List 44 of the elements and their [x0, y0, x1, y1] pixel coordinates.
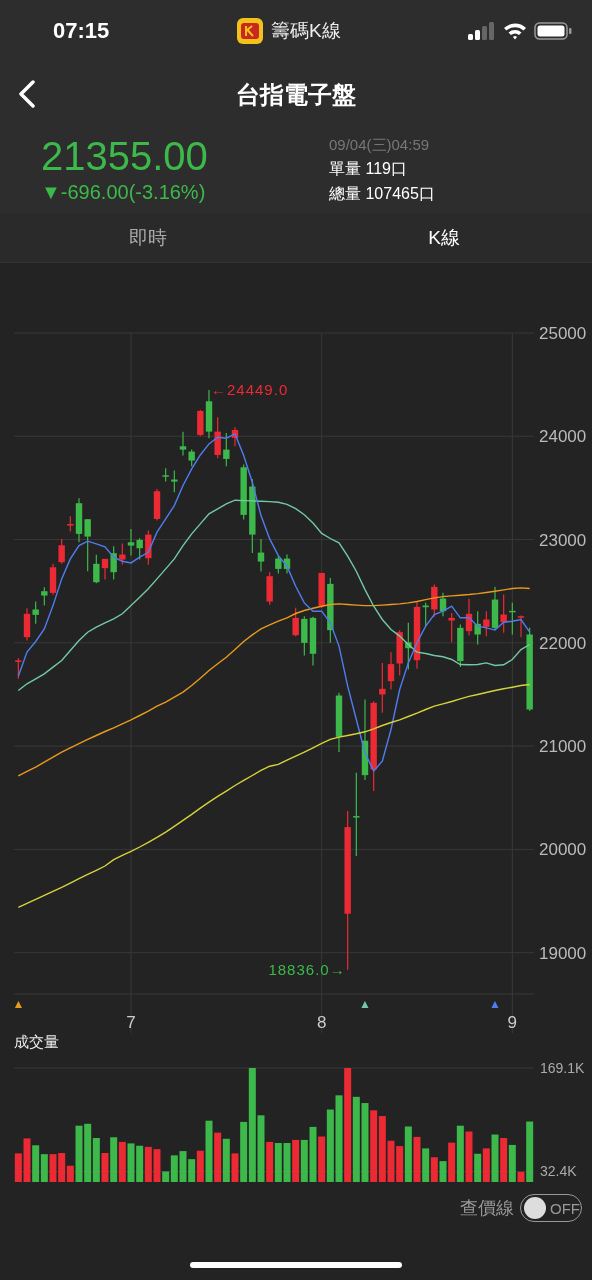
high-price-label: ←24449.0 — [211, 380, 289, 398]
wifi-icon — [503, 22, 527, 40]
axis-label: 19000 — [539, 943, 587, 963]
axis-label: 25000 — [539, 324, 587, 343]
axis-label: 8 — [316, 1013, 327, 1032]
axis-label: 7 — [126, 1013, 136, 1032]
candlestick — [327, 577, 334, 644]
tab[interactable]: 即時 — [0, 214, 296, 262]
candlestick — [145, 530, 152, 566]
candlestick — [240, 463, 247, 521]
price-change: ▼-696.00(-3.16%) — [41, 180, 207, 204]
candlestick — [292, 607, 299, 637]
low-price-label: 18836.0→ — [268, 960, 346, 978]
toggle-label: 查價線 — [460, 1197, 514, 1220]
page-title: 台指電子盤 — [236, 80, 356, 110]
signal-marker: ▲ — [489, 997, 501, 1011]
axis-label: 20000 — [539, 840, 587, 860]
axis-label: 22000 — [539, 633, 587, 653]
app-title: 籌碼K線 — [271, 19, 341, 43]
axis-label: 21000 — [539, 737, 587, 757]
last-price: 21355.00 — [41, 133, 209, 180]
candlestick — [15, 657, 22, 680]
signal-marker: ▲ — [359, 997, 371, 1011]
single-volume: 單量 119口 — [329, 159, 408, 179]
signal-icon — [468, 22, 496, 40]
candlestick — [318, 572, 325, 609]
battery-icon — [534, 22, 572, 40]
candlestick — [162, 467, 169, 483]
tab[interactable]: K線 — [296, 214, 592, 262]
back-icon[interactable] — [18, 80, 36, 108]
axis-label: 23000 — [539, 530, 587, 550]
axis-label: 32.4K — [540, 1163, 577, 1180]
chart-title: 成交量 — [14, 1033, 59, 1050]
axis-label: 24000 — [539, 427, 587, 447]
app-logo-icon — [237, 18, 263, 44]
candlestick — [335, 692, 343, 753]
axis-label: 9 — [507, 1013, 518, 1032]
signal-marker: ▲ — [12, 997, 25, 1011]
quote-datetime: 09/04(三)04:59 — [329, 135, 431, 155]
candlestick — [153, 488, 161, 522]
candlestick — [171, 469, 178, 493]
total-volume: 總量 107465口 — [329, 184, 435, 204]
status-time: 07:15 — [53, 18, 111, 44]
axis-label: 169.1K — [540, 1060, 585, 1076]
